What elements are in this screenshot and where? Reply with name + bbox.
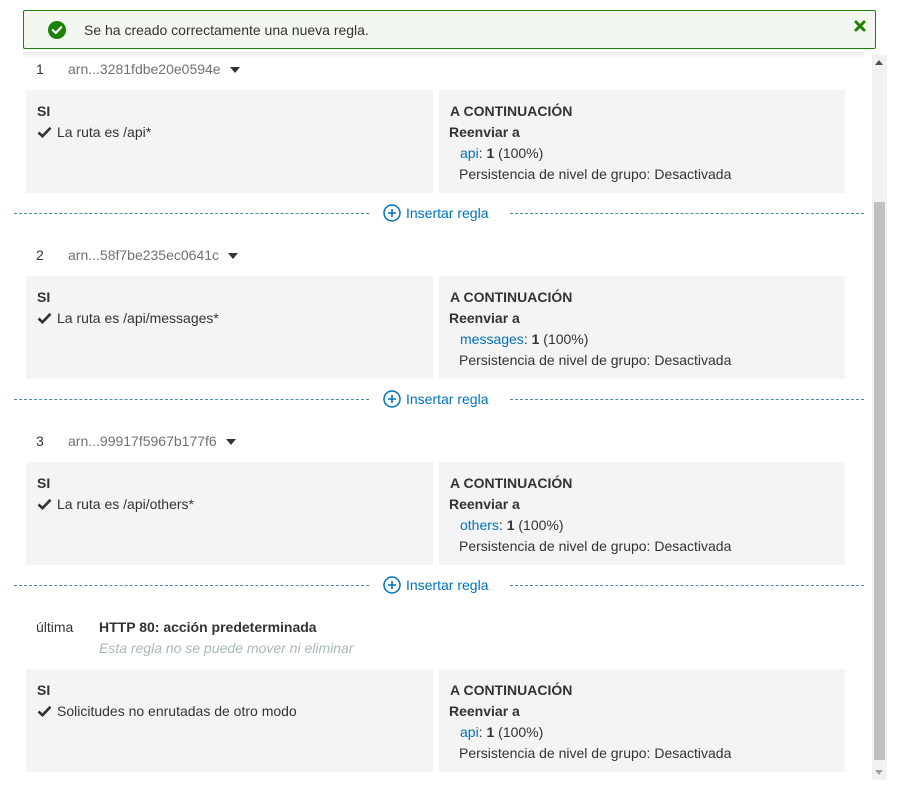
rule-condition: Solicitudes no enrutadas de otro modo xyxy=(37,703,297,719)
condition-text: Solicitudes no enrutadas de otro modo xyxy=(57,703,297,719)
if-heading: SI xyxy=(37,682,51,698)
rule-header: 3 arn...99917f5967b177f6 xyxy=(36,431,236,451)
if-heading: SI xyxy=(37,289,51,305)
target-group: messages: 1 (100%) xyxy=(460,331,588,347)
target-group: api: 1 (100%) xyxy=(460,724,543,740)
rule-then-card: A CONTINUACIÓN Reenviar a others: 1 (100… xyxy=(439,462,845,565)
rule-then-card: A CONTINUACIÓN Reenviar a messages: 1 (1… xyxy=(439,276,845,379)
plus-circle-icon xyxy=(383,390,401,408)
rule-arn: arn...58f7be235ec0641c xyxy=(68,247,220,263)
checkmark-icon xyxy=(37,126,52,138)
dashed-line xyxy=(14,585,369,586)
target-percent: (100%) xyxy=(514,517,564,533)
then-heading: A CONTINUACIÓN xyxy=(450,103,573,119)
rule-condition: La ruta es /api* xyxy=(37,124,151,140)
rule-if-card: SI La ruta es /api/others* xyxy=(26,462,433,565)
rule-header: 1 arn...3281fdbe20e0594e xyxy=(36,59,240,79)
scroll-down-arrow-icon[interactable] xyxy=(875,770,883,775)
dashed-line xyxy=(510,585,864,586)
insert-rule-label: Insertar regla xyxy=(406,577,489,593)
default-rule-note: Esta regla no se puede mover ni eliminar xyxy=(99,640,354,656)
caret-down-icon[interactable] xyxy=(229,66,240,73)
insert-rule-label: Insertar regla xyxy=(406,391,489,407)
target-weight: 1 xyxy=(506,517,515,533)
content-top-edge xyxy=(23,52,864,58)
target-percent: (100%) xyxy=(494,724,544,740)
rule-header: 2 arn...58f7be235ec0641c xyxy=(36,245,239,265)
rule-number: 1 xyxy=(36,61,44,77)
insert-rule-divider: Insertar regla xyxy=(14,390,864,410)
close-icon[interactable] xyxy=(854,20,866,32)
if-heading: SI xyxy=(37,475,51,491)
default-if-card: SI Solicitudes no enrutadas de otro modo xyxy=(26,669,433,772)
then-heading: A CONTINUACIÓN xyxy=(450,682,573,698)
dashed-line xyxy=(510,399,864,400)
check-circle-icon xyxy=(48,21,66,39)
rule-arn: arn...99917f5967b177f6 xyxy=(68,433,217,449)
rule-condition: La ruta es /api/messages* xyxy=(37,310,219,326)
dashed-line xyxy=(14,213,369,214)
default-then-card: A CONTINUACIÓN Reenviar a api: 1 (100%) … xyxy=(439,669,845,772)
forward-label: Reenviar a xyxy=(449,310,520,326)
if-heading: SI xyxy=(37,103,51,119)
insert-rule-divider: Insertar regla xyxy=(14,576,864,596)
target-percent: (100%) xyxy=(539,331,589,347)
insert-rule-label: Insertar regla xyxy=(406,205,489,221)
condition-text: La ruta es /api* xyxy=(57,124,152,140)
rule-number: 3 xyxy=(36,433,44,449)
target-group: api: 1 (100%) xyxy=(460,145,543,161)
target-group-link[interactable]: api xyxy=(460,724,479,740)
stickiness-status: Persistencia de nivel de grupo: Desactiv… xyxy=(459,538,732,554)
forward-label: Reenviar a xyxy=(449,496,520,512)
forward-label: Reenviar a xyxy=(449,703,520,719)
rule-arn: arn...3281fdbe20e0594e xyxy=(68,61,221,77)
target-group: others: 1 (100%) xyxy=(460,517,564,533)
rule-if-card: SI La ruta es /api* xyxy=(26,90,433,193)
insert-rule-divider: Insertar regla xyxy=(14,204,864,224)
condition-text: La ruta es /api/others* xyxy=(57,496,194,512)
then-heading: A CONTINUACIÓN xyxy=(450,475,573,491)
then-heading: A CONTINUACIÓN xyxy=(450,289,573,305)
condition-text: La ruta es /api/messages* xyxy=(57,310,219,326)
success-notification: Se ha creado correctamente una nueva reg… xyxy=(23,10,876,49)
target-group-link[interactable]: api xyxy=(460,145,479,161)
rule-number: 2 xyxy=(36,247,44,263)
scroll-up-arrow-icon[interactable] xyxy=(875,60,883,65)
caret-down-icon[interactable] xyxy=(225,438,236,445)
dashed-line xyxy=(510,213,864,214)
scrollbar[interactable] xyxy=(872,55,887,780)
target-group-link[interactable]: messages xyxy=(460,331,524,347)
target-sep: : xyxy=(523,331,532,347)
checkmark-icon xyxy=(37,312,52,324)
default-rule-title: HTTP 80: acción predeterminada xyxy=(99,619,317,635)
checkmark-icon xyxy=(37,498,52,510)
dashed-line xyxy=(14,399,369,400)
notification-message: Se ha creado correctamente una nueva reg… xyxy=(84,22,369,38)
plus-circle-icon xyxy=(383,204,401,222)
stickiness-status: Persistencia de nivel de grupo: Desactiv… xyxy=(459,352,732,368)
rule-if-card: SI La ruta es /api/messages* xyxy=(26,276,433,379)
checkmark-icon xyxy=(37,705,52,717)
rule-then-card: A CONTINUACIÓN Reenviar a api: 1 (100%) … xyxy=(439,90,845,193)
stickiness-status: Persistencia de nivel de grupo: Desactiv… xyxy=(459,745,732,761)
caret-down-icon[interactable] xyxy=(228,252,239,259)
target-sep: : xyxy=(498,517,507,533)
rule-condition: La ruta es /api/others* xyxy=(37,496,194,512)
target-group-link[interactable]: others xyxy=(460,517,499,533)
scrollbar-thumb[interactable] xyxy=(874,202,885,760)
insert-rule-button[interactable]: Insertar regla xyxy=(383,390,488,408)
insert-rule-button[interactable]: Insertar regla xyxy=(383,204,488,222)
stickiness-status: Persistencia de nivel de grupo: Desactiv… xyxy=(459,166,732,182)
default-rule-label: última xyxy=(36,619,74,635)
target-percent: (100%) xyxy=(494,145,544,161)
forward-label: Reenviar a xyxy=(449,124,520,140)
insert-rule-button[interactable]: Insertar regla xyxy=(383,576,488,594)
plus-circle-icon xyxy=(383,576,401,594)
